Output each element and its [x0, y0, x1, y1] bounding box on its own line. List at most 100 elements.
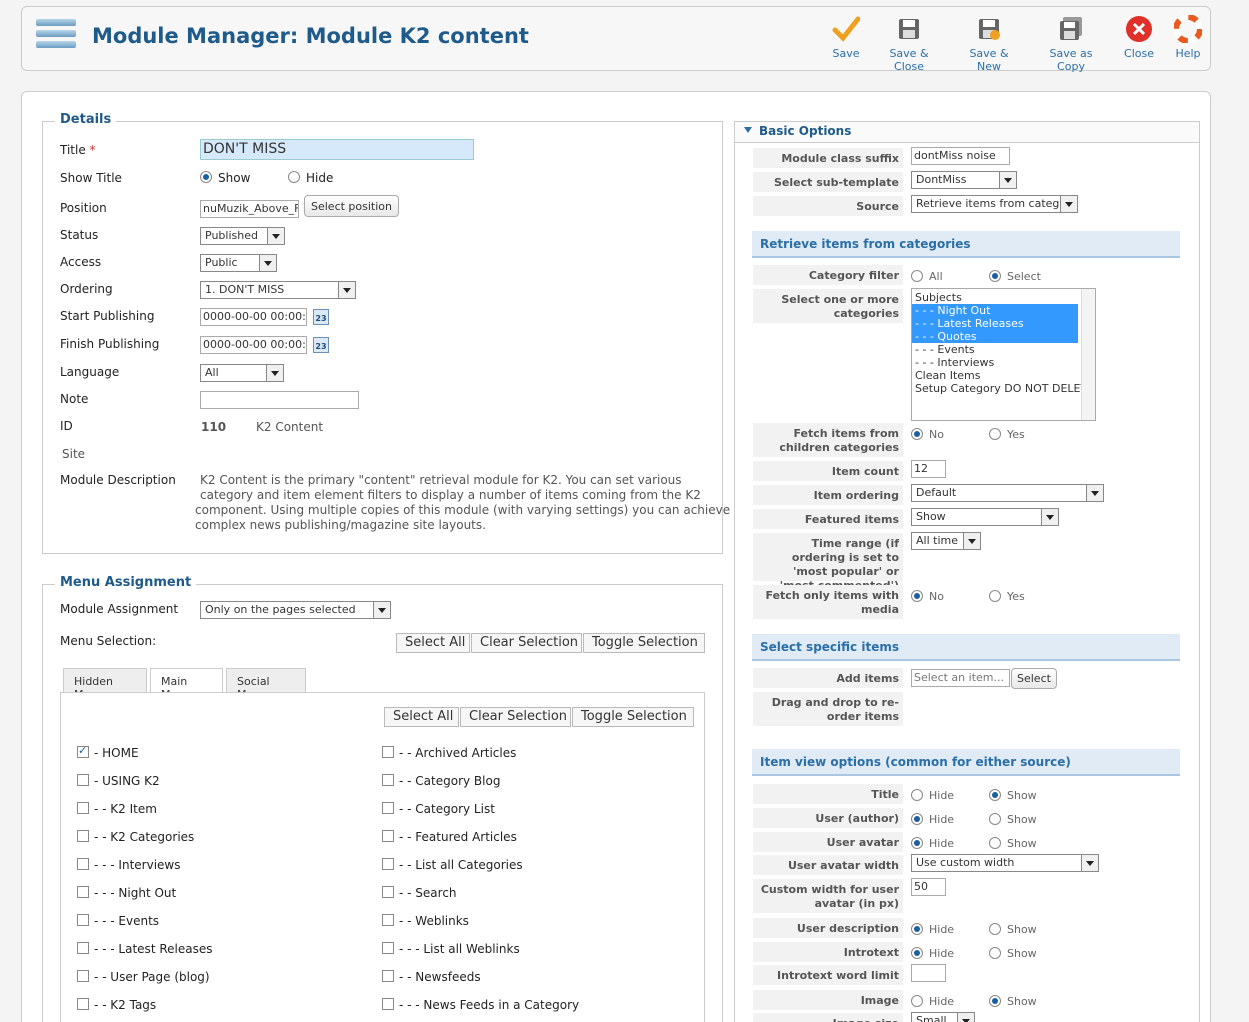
categories-listbox[interactable]: Subjects - - - Night Out - - - Latest Rele… [911, 288, 1096, 421]
show-radio[interactable] [989, 947, 1001, 959]
word-limit-input[interactable] [911, 964, 946, 982]
show-radio[interactable] [989, 923, 1001, 935]
tab-hidden-menu[interactable]: Hidden Menu [63, 668, 147, 701]
avatar-width-select[interactable]: Use custom width [911, 854, 1099, 872]
hide-radio[interactable] [911, 947, 923, 959]
class-suffix-input[interactable]: dontMiss noise [911, 147, 1010, 165]
source-select[interactable]: Retrieve items from categories [911, 195, 1078, 213]
menu-item-checkbox[interactable] [382, 970, 394, 982]
title-input[interactable]: DON'T MISS [200, 139, 474, 160]
subtemplate-select[interactable]: DontMiss [911, 171, 1017, 189]
save-button[interactable]: Save [826, 15, 866, 60]
category-option[interactable]: - - - Latest Releases [912, 317, 1078, 330]
category-option[interactable]: - - - Events [912, 343, 1078, 356]
menu-item-checkbox[interactable] [382, 830, 394, 842]
media-no-radio[interactable] [911, 590, 923, 602]
menu-item-checkbox[interactable] [77, 744, 89, 758]
category-option[interactable]: Subjects [912, 291, 1078, 304]
menu-item-checkbox[interactable] [77, 914, 89, 926]
category-option[interactable]: Clean Items [912, 369, 1078, 382]
menu-item-checkbox[interactable] [382, 746, 394, 758]
children-no-radio[interactable] [911, 428, 923, 440]
category-option[interactable]: - - - Quotes [912, 330, 1078, 343]
show-title-hide-radio[interactable] [288, 171, 300, 183]
show-radio[interactable] [989, 995, 1001, 1007]
select-all-button[interactable]: Select All [396, 633, 470, 653]
show-radio[interactable] [989, 789, 1001, 801]
time-range-select[interactable]: All time [911, 532, 981, 550]
show-radio[interactable] [989, 813, 1001, 825]
toggle-selection-button[interactable]: Toggle Selection [583, 633, 705, 653]
avatar-width-value: Use custom width [916, 856, 1015, 869]
position-input[interactable]: nuMuzik_Above_Footer [200, 200, 299, 218]
all-label: All [929, 270, 943, 283]
item-count-input[interactable]: 12 [911, 460, 946, 478]
menu-item-checkbox[interactable] [77, 774, 89, 786]
tab-toggle-selection-button[interactable]: Toggle Selection [572, 707, 694, 727]
tab-clear-selection-button[interactable]: Clear Selection [460, 707, 571, 727]
children-yes-radio[interactable] [989, 428, 1001, 440]
close-button[interactable]: Close [1119, 15, 1159, 60]
show-radio[interactable] [989, 837, 1001, 849]
image-size-select[interactable]: Small [911, 1012, 975, 1022]
category-option[interactable]: Setup Category DO NOT DELETE [912, 382, 1094, 395]
category-filter-select-radio[interactable] [989, 270, 1001, 282]
menu-selection-label: Menu Selection: [60, 634, 157, 648]
start-publishing-input[interactable]: 0000-00-00 00:00:00 [200, 308, 307, 326]
hide-radio[interactable] [911, 923, 923, 935]
add-item-input[interactable]: Select an item... [911, 669, 1010, 687]
menu-item-checkbox[interactable] [382, 998, 394, 1010]
category-filter-all-radio[interactable] [911, 270, 923, 282]
avatar-width-label: User avatar width [753, 855, 903, 875]
save-new-button[interactable]: Save & New [956, 15, 1022, 73]
select-position-button[interactable]: Select position [304, 195, 400, 217]
hide-radio[interactable] [911, 813, 923, 825]
hide-label: Hide [929, 837, 955, 850]
menu-item-checkbox[interactable] [77, 830, 89, 842]
featured-items-select[interactable]: Show [911, 508, 1059, 526]
save-close-button[interactable]: Save & Close [874, 15, 944, 73]
menu-item-checkbox[interactable] [77, 942, 89, 954]
menu-item-checkbox[interactable] [382, 914, 394, 926]
hide-radio[interactable] [911, 837, 923, 849]
clear-selection-button[interactable]: Clear Selection [471, 633, 582, 653]
show-title-show-radio[interactable] [200, 171, 212, 183]
calendar-icon[interactable]: 23 [313, 337, 329, 353]
help-button[interactable]: Help [1168, 15, 1208, 60]
menu-item-checkbox[interactable] [77, 886, 89, 898]
menu-item-label: - - Newsfeeds [399, 970, 481, 984]
title-label: Title * [60, 143, 96, 157]
finish-publishing-input[interactable]: 0000-00-00 00:00:00 [200, 336, 307, 354]
add-item-select-button[interactable]: Select [1011, 668, 1057, 689]
language-select[interactable]: All [200, 364, 284, 382]
menu-item-checkbox[interactable] [382, 886, 394, 898]
toolbar: Module Manager: Module K2 content Save S… [21, 6, 1211, 73]
media-yes-radio[interactable] [989, 590, 1001, 602]
tab-main-menu[interactable]: Main Menu [150, 668, 223, 701]
menu-item-checkbox[interactable] [382, 858, 394, 870]
category-option[interactable]: - - - Interviews [912, 356, 1078, 369]
menu-item-checkbox[interactable] [382, 774, 394, 786]
menu-item-checkbox[interactable] [77, 970, 89, 982]
ordering-select[interactable]: 1. DON'T MISS [200, 281, 356, 299]
listbox-scrollbar[interactable] [1081, 289, 1095, 420]
category-option[interactable]: - - - Night Out [912, 304, 1078, 317]
hide-radio[interactable] [911, 789, 923, 801]
access-select[interactable]: Public [200, 254, 277, 272]
menu-item-checkbox[interactable] [77, 858, 89, 870]
tab-social-menu[interactable]: Social Menu [226, 668, 306, 701]
save-copy-button[interactable]: Save as Copy [1034, 15, 1108, 73]
menu-item-checkbox[interactable] [77, 998, 89, 1010]
menu-item-checkbox[interactable] [77, 802, 89, 814]
calendar-icon[interactable]: 23 [313, 309, 329, 325]
note-input[interactable] [200, 391, 359, 409]
status-select[interactable]: Published [200, 227, 285, 245]
module-assignment-label: Module Assignment [60, 602, 179, 616]
custom-width-input[interactable]: 50 [911, 878, 946, 896]
hide-radio[interactable] [911, 995, 923, 1007]
menu-item-checkbox[interactable] [382, 802, 394, 814]
item-ordering-select[interactable]: Default [911, 484, 1104, 502]
menu-item-checkbox[interactable] [382, 942, 394, 954]
module-assignment-select[interactable]: Only on the pages selected [200, 601, 391, 619]
tab-select-all-button[interactable]: Select All [384, 707, 459, 727]
